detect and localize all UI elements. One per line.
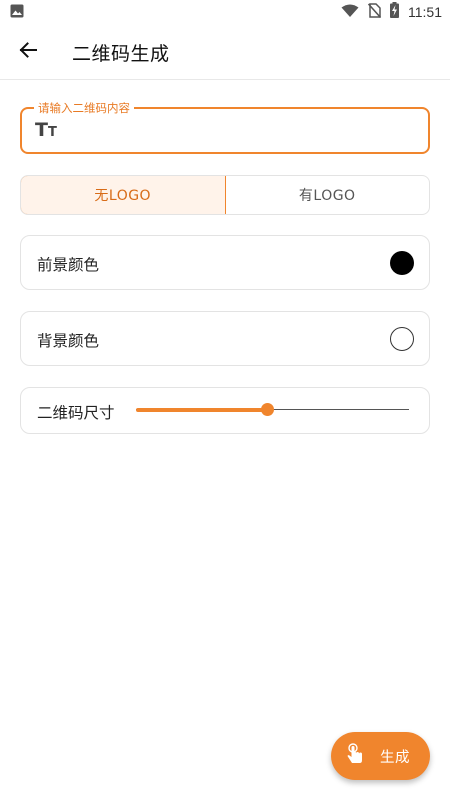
wifi-icon: [341, 3, 359, 22]
back-button[interactable]: [10, 34, 46, 70]
qr-content-input-field[interactable]: 请输入二维码内容 TT: [20, 100, 430, 154]
tap-hand-icon: [345, 743, 365, 769]
with-logo-option[interactable]: 有LOGO: [226, 176, 430, 214]
foreground-color-label: 前景颜色: [37, 256, 100, 274]
text-size-icon: TT: [35, 119, 57, 141]
background-color-card[interactable]: 背景颜色: [20, 311, 430, 366]
no-sim-icon: [367, 2, 382, 22]
qr-size-card: 二维码尺寸: [20, 387, 430, 434]
generate-button-label: 生成: [380, 749, 410, 766]
qr-size-slider-fill: [136, 408, 268, 412]
foreground-color-swatch[interactable]: [390, 251, 414, 275]
gallery-icon: [10, 3, 24, 22]
status-time: 11:51: [408, 4, 442, 20]
logo-toggle: 无LOGO 有LOGO: [20, 175, 430, 215]
qr-size-label: 二维码尺寸: [37, 404, 115, 422]
page-title: 二维码生成: [72, 43, 170, 65]
qr-content-input[interactable]: [72, 119, 416, 145]
background-color-label: 背景颜色: [37, 332, 100, 350]
background-color-swatch[interactable]: [390, 327, 414, 351]
qr-size-slider-thumb[interactable]: [261, 403, 275, 416]
battery-charging-icon: [390, 2, 399, 22]
status-bar: 11:51: [0, 0, 450, 24]
foreground-color-card[interactable]: 前景颜色: [20, 235, 430, 290]
arrow-left-icon: [19, 42, 37, 62]
generate-button[interactable]: 生成: [331, 732, 430, 780]
no-logo-option[interactable]: 无LOGO: [21, 176, 226, 214]
qr-content-input-label: 请输入二维码内容: [34, 100, 134, 116]
app-bar: 二维码生成: [0, 24, 450, 80]
qr-size-slider[interactable]: [136, 403, 409, 416]
